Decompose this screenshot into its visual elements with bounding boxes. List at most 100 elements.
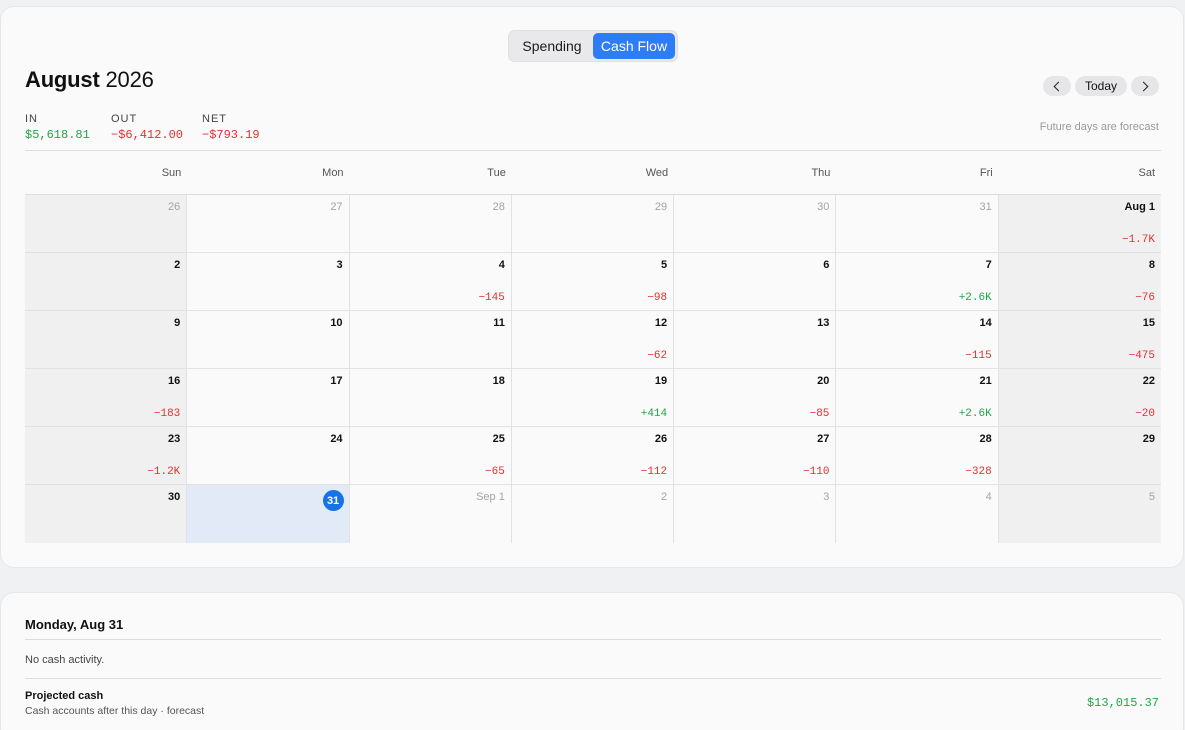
month-nav: Today [1043,76,1159,96]
summary-in: IN $5,618.81 [25,113,90,142]
calendar-day-cell[interactable]: 17 [187,369,350,426]
in-value: $5,618.81 [25,128,90,142]
calendar-day-cell[interactable]: 9 [25,311,188,368]
calendar-day-cell[interactable]: 21 +2.6K [836,369,999,426]
calendar-day-cell[interactable]: 29 [998,427,1161,484]
calendar-day-cell[interactable]: 14 −115 [836,311,999,368]
out-value: −$6,412.00 [111,128,184,142]
day-detail-card: Monday, Aug 31 No cash activity. Project… [0,592,1184,730]
calendar-day-cell[interactable]: 28 [349,195,512,252]
calendar-day-cell[interactable]: 2 [511,485,675,543]
calendar-week: 2 3 4 −145 5 −98 6 7 +2.6K 8 −76 [25,253,1161,311]
day-number: 3 [823,491,830,503]
day-number: 9 [174,317,181,329]
projected-cash-value: $13,015.37 [1086,696,1159,710]
weekday-wed: Wed [645,167,669,179]
day-number: 8 [1148,259,1155,271]
calendar-day-cell[interactable]: 31 [187,485,350,543]
calendar-day-cell[interactable]: 26 [25,195,188,252]
calendar-day-cell[interactable]: 4 −145 [349,253,512,310]
out-label: OUT [111,113,138,125]
calendar-day-cell[interactable]: 23 −1.2K [25,427,188,484]
day-net-amount: −1.2K [147,466,181,478]
calendar-day-cell[interactable]: 8 −76 [998,253,1161,310]
prev-month-button[interactable] [1043,76,1071,96]
day-number: 14 [979,317,992,329]
calendar-day-cell[interactable]: 31 [836,195,999,252]
today-button[interactable]: Today [1075,76,1127,96]
day-number: 5 [661,259,668,271]
calendar-day-cell[interactable]: 2 [25,253,188,310]
calendar-day-cell[interactable]: 19 +414 [511,369,675,426]
calendar-day-cell[interactable]: 11 [349,311,512,368]
day-net-amount: +414 [640,408,668,420]
day-number: 4 [985,491,992,503]
day-number: 5 [1148,491,1155,503]
day-net-amount: −115 [965,350,992,362]
in-label: IN [25,113,38,125]
weekday-tue: Tue [487,167,506,179]
calendar-day-cell[interactable]: 27 −110 [674,427,837,484]
today-day-badge: 31 [322,490,344,511]
day-number: 7 [985,259,992,271]
calendar-day-cell[interactable]: 30 [25,485,188,543]
calendar-day-cell[interactable]: 12 −62 [511,311,675,368]
forecast-note: Future days are forecast [1039,121,1159,133]
calendar-day-cell[interactable]: 6 [674,253,837,310]
projected-cash-label: Projected cash [25,690,104,702]
day-net-amount: −475 [1128,350,1155,362]
day-net-amount: −145 [478,292,505,304]
day-number: 18 [492,375,505,387]
day-number: Sep 1 [476,491,505,503]
calendar-day-cell[interactable]: 26 −112 [511,427,675,484]
day-number: 28 [979,433,992,445]
calendar-day-cell[interactable]: 15 −475 [998,311,1161,368]
calendar-day-cell[interactable]: 3 [674,485,837,543]
summary-out: OUT −$6,412.00 [111,113,183,142]
calendar-day-cell[interactable]: 25 −65 [349,427,512,484]
calendar-day-cell[interactable]: 29 [511,195,675,252]
calendar-day-cell[interactable]: 18 [349,369,512,426]
calendar-day-cell[interactable]: 7 +2.6K [836,253,999,310]
calendar-day-cell[interactable]: 5 −98 [511,253,675,310]
next-month-button[interactable] [1131,76,1159,96]
day-net-amount: −85 [809,408,830,420]
cash-flow-tab[interactable]: Cash Flow [593,33,675,59]
detail-divider-mid [25,678,1161,679]
calendar-day-cell[interactable]: 16 −183 [25,369,188,426]
day-net-amount: −112 [640,466,668,478]
year: 2026 [105,67,154,92]
calendar-day-cell[interactable]: 13 [674,311,837,368]
detail-divider-top [25,639,1161,640]
calendar-week: 30 31 Sep 1 2 3 4 5 [25,485,1161,543]
day-number: 19 [654,375,668,387]
day-number: 2 [661,491,668,503]
calendar-day-cell[interactable]: 20 −85 [674,369,837,426]
projected-cash-subtitle: Cash accounts after this day · forecast [25,705,205,717]
day-number: 26 [654,433,668,445]
calendar-day-cell[interactable]: 28 −328 [836,427,999,484]
calendar-day-cell[interactable]: Aug 1 −1.7K [998,195,1161,252]
calendar-day-cell[interactable]: 5 [998,485,1161,543]
calendar-card: Spending Cash Flow August 2026 Today IN … [0,6,1184,568]
day-number: 24 [330,433,343,445]
day-number: 29 [1142,433,1155,445]
calendar-week: 16 −183 17 18 19 +414 20 −85 21 +2.6K 22 −20 [25,369,1161,427]
no-activity-text: No cash activity. [25,654,105,666]
calendar-day-cell[interactable]: 3 [187,253,350,310]
weekday-thu: Thu [811,167,831,179]
calendar-day-cell[interactable]: 30 [674,195,837,252]
calendar-day-cell[interactable]: 22 −20 [998,369,1161,426]
day-net-amount: −110 [803,466,830,478]
calendar-day-cell[interactable]: 10 [187,311,350,368]
weekday-mon: Mon [322,167,344,179]
calendar-day-cell[interactable]: Sep 1 [349,485,512,543]
calendar-day-cell[interactable]: 24 [187,427,350,484]
day-number: 25 [492,433,505,445]
calendar-day-cell[interactable]: 27 [187,195,350,252]
day-number: 3 [336,259,343,271]
day-number: 27 [817,433,830,445]
weekday-sun: Sun [161,167,182,179]
calendar-day-cell[interactable]: 4 [836,485,999,543]
spending-tab[interactable]: Spending [511,33,593,59]
